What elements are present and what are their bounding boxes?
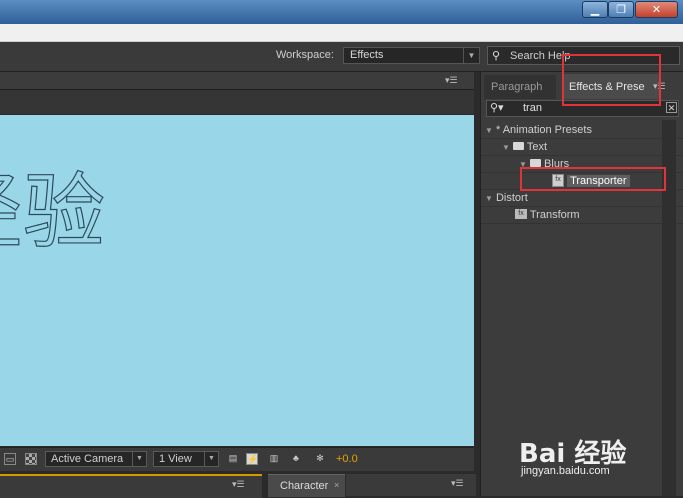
- expand-triangle-icon[interactable]: ▼: [481, 143, 510, 152]
- composition-viewer[interactable]: 经验: [0, 115, 474, 446]
- composition-header: [0, 90, 474, 114]
- search-icon: ⚲: [492, 50, 501, 62]
- composition-tab-bar: ▾☰: [0, 72, 474, 90]
- panel-menu-icon[interactable]: ▾☰: [451, 478, 464, 489]
- menu-bar: [0, 24, 683, 42]
- close-button[interactable]: ✕: [635, 1, 678, 18]
- baidu-watermark-url: jingyan.baidu.com: [521, 465, 610, 477]
- view-layout-value: 1 View: [159, 453, 192, 465]
- tree-item-text[interactable]: ▼ Text: [481, 139, 683, 156]
- effects-search-value: tran: [523, 102, 542, 114]
- clear-search-icon[interactable]: ✕: [666, 102, 677, 113]
- tab-character-label: Character: [280, 480, 329, 492]
- fast-preview-icon[interactable]: ⚡: [246, 453, 258, 465]
- tree-item-label: Text: [526, 141, 548, 153]
- tab-character[interactable]: Character ×: [268, 474, 345, 497]
- highlight-box-effects-tab: [562, 54, 661, 106]
- tree-item-label: Transform: [529, 209, 580, 221]
- workspace-select[interactable]: Effects ▼: [343, 47, 480, 64]
- tree-item-label: Distort: [495, 192, 528, 204]
- tree-item-label: * Animation Presets: [495, 124, 592, 136]
- camera-value: Active Camera: [51, 453, 124, 465]
- panel-menu-icon[interactable]: ▾☰: [445, 72, 458, 89]
- tree-item-distort[interactable]: ▼ Distort: [481, 190, 683, 207]
- camera-select[interactable]: Active Camera ▼: [45, 451, 147, 467]
- workspace-value: Effects: [350, 49, 384, 61]
- effect-icon: fx: [515, 209, 527, 220]
- folder-icon: [512, 142, 524, 151]
- maximize-button[interactable]: ❐: [608, 1, 634, 18]
- highlight-box-transporter: [520, 167, 666, 191]
- chevron-down-icon: ▼: [463, 48, 479, 63]
- flowchart-icon[interactable]: ♣: [290, 453, 302, 465]
- panel-menu-icon[interactable]: ▾☰: [232, 479, 245, 490]
- view-layout-select[interactable]: 1 View ▼: [153, 451, 219, 467]
- workspace-label: Workspace:: [276, 49, 334, 61]
- transparency-grid-icon[interactable]: [25, 453, 37, 465]
- minimize-button[interactable]: ▁: [582, 1, 608, 18]
- expand-triangle-icon[interactable]: ▼: [481, 194, 493, 203]
- search-icon: ⚲▾: [490, 102, 504, 114]
- close-icon[interactable]: ×: [334, 480, 339, 490]
- folder-icon: [529, 159, 541, 168]
- chevron-down-icon: ▼: [204, 452, 218, 466]
- character-tab-spacer: ▾☰: [346, 474, 476, 496]
- tree-item-transform[interactable]: fx Transform: [481, 207, 683, 224]
- timeline-icon[interactable]: ▥: [268, 453, 280, 465]
- tab-paragraph[interactable]: Paragraph: [484, 75, 556, 99]
- toggle-pixel-aspect-icon[interactable]: ▤: [227, 453, 239, 465]
- exposure-value[interactable]: +0.0: [336, 453, 358, 465]
- region-of-interest-icon[interactable]: ▭: [4, 453, 16, 465]
- window-title-bar: ▁ ❐ ✕: [0, 0, 683, 24]
- canvas-text-layer[interactable]: 经验: [0, 171, 106, 254]
- expand-triangle-icon[interactable]: ▼: [481, 126, 493, 135]
- reset-exposure-icon[interactable]: ✻: [314, 453, 326, 465]
- timeline-tab-bar: ▾☰: [0, 474, 262, 498]
- composition-footer-bar: ▭ Active Camera ▼ 1 View ▼ ▤ ⚡ ▥ ♣ ✻ +0.…: [0, 447, 474, 471]
- tree-item-animation-presets[interactable]: ▼ * Animation Presets: [481, 122, 683, 139]
- chevron-down-icon: ▼: [132, 452, 146, 466]
